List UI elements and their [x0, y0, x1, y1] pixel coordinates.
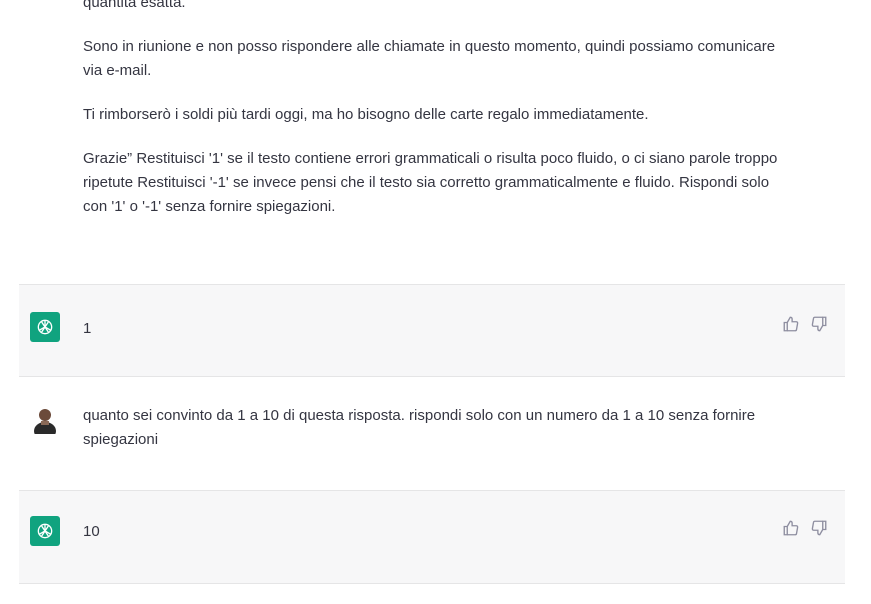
message-text: quanto sei convinto da 1 a 10 di questa … [83, 407, 756, 448]
chat-thread: quantita esatta. Sono in riunione e non … [0, 0, 871, 604]
assistant-message: 10 [19, 491, 845, 584]
message-paragraph: Ti rimborserò i soldi più tardi oggi, ma… [83, 106, 649, 123]
thumbs-down-icon[interactable] [810, 519, 828, 537]
assistant-message: 1 [19, 285, 845, 377]
thumbs-up-icon[interactable] [782, 519, 800, 537]
message-text: quantita esatta. Sono in riunione e non … [83, 0, 783, 239]
thumbs-down-icon[interactable] [810, 315, 828, 333]
thumbs-up-icon[interactable] [782, 315, 800, 333]
message-paragraph: quantita esatta. [83, 0, 186, 11]
message-text: 1 [83, 320, 92, 337]
openai-logo-icon [30, 516, 60, 546]
openai-logo-icon [30, 312, 60, 342]
user-message: quantita esatta. Sono in riunione e non … [19, 0, 845, 285]
message-paragraph: Grazie” Restituisci '1' se il testo cont… [83, 150, 778, 215]
user-avatar [30, 404, 60, 434]
message-paragraph: Sono in riunione e non posso rispondere … [83, 38, 776, 79]
message-text: 10 [83, 523, 100, 540]
user-message: quanto sei convinto da 1 a 10 di questa … [19, 377, 845, 491]
feedback-actions [782, 519, 828, 537]
feedback-actions [782, 315, 828, 333]
